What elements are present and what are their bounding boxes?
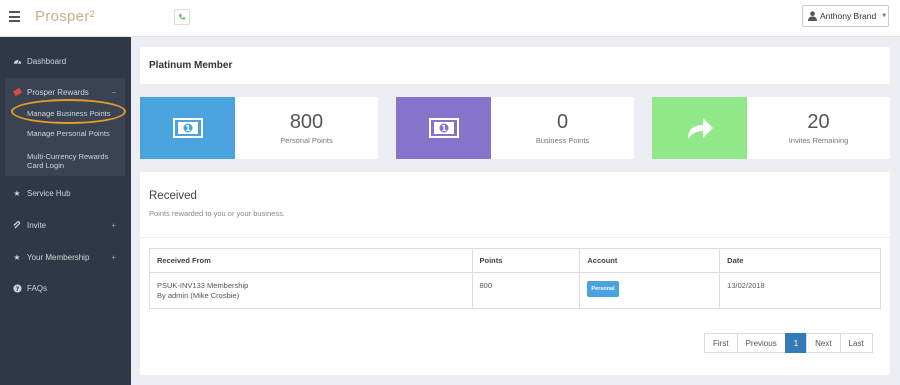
expand-icon[interactable]: + (111, 221, 116, 230)
caret-down-icon: ▼ (881, 13, 888, 19)
stat-label: Business Points (535, 136, 590, 145)
account-cell: Personal (579, 272, 721, 309)
star-icon: ★ (13, 252, 21, 262)
sidebar-item-service-hub[interactable]: ★ Service Hub (0, 183, 131, 203)
section-subheading: Points rewarded to you or your business. (149, 209, 285, 218)
sidebar-item-multi-currency-card-login[interactable]: Multi-Currency Rewards Card Login (27, 152, 117, 170)
column-header[interactable]: Date (719, 248, 881, 273)
user-menu-button[interactable]: Anthony Brand ▼ (802, 5, 889, 27)
sidebar-item-invite[interactable]: Invite + (0, 215, 131, 235)
table-row: PSUK-INV133 Membership By admin (Mike Cr… (149, 272, 881, 309)
star-icon: ★ (13, 188, 21, 198)
svg-text:1: 1 (185, 124, 191, 133)
sidebar-item-your-membership[interactable]: ★ Your Membership + (0, 247, 131, 267)
money-icon: 1 (428, 118, 459, 138)
pagination-next[interactable]: Next (806, 333, 841, 353)
logo[interactable]: Prosper² (35, 8, 95, 25)
sidebar-item-label: FAQs (27, 283, 48, 293)
stat-value: 20 (807, 111, 830, 133)
received-from-title: PSUK-INV133 Membership (157, 281, 249, 290)
question-icon: ? (12, 283, 22, 293)
received-table: Received From Points Account Date PSUK-I… (149, 248, 881, 309)
phone-icon (179, 13, 186, 20)
divider (140, 237, 890, 238)
stat-icon-box: 1 (140, 97, 235, 159)
stat-icon-box: 1 (396, 97, 491, 159)
stat-value: 800 (289, 111, 324, 133)
top-bar: Prosper² Anthony Brand ▼ (0, 0, 900, 37)
sidebar-item-label: Prosper Rewards (27, 87, 89, 97)
column-header[interactable]: Received From (149, 248, 473, 273)
sidebar-item-label: Your Membership (27, 252, 90, 262)
hamburger-menu-icon[interactable] (9, 11, 20, 23)
pagination-previous[interactable]: Previous (736, 333, 786, 353)
paperclip-icon (12, 220, 22, 230)
page-title: Platinum Member (149, 60, 233, 71)
received-from-by: By admin (Mike Crosbie) (157, 291, 240, 300)
sidebar-item-dashboard[interactable]: Dashboard (0, 51, 131, 71)
sidebar-item-faqs[interactable]: ? FAQs (0, 278, 131, 298)
pagination-first[interactable]: First (704, 333, 738, 353)
highlight-annotation (11, 99, 126, 124)
received-from-cell: PSUK-INV133 Membership By admin (Mike Cr… (149, 272, 473, 309)
stat-card-personal-points: 1 800 Personal Points (140, 97, 378, 159)
share-arrow-icon (687, 118, 713, 139)
column-header[interactable]: Account (579, 248, 721, 273)
pagination: First Previous 1 Next Last (704, 333, 873, 353)
user-icon (808, 11, 817, 21)
stat-value: 0 (556, 111, 569, 133)
svg-text:?: ? (15, 286, 19, 293)
svg-text:1: 1 (441, 124, 447, 133)
sidebar-item-manage-personal-points[interactable]: Manage Personal Points (27, 129, 110, 138)
dashboard-icon (12, 57, 22, 65)
money-icon: 1 (172, 118, 203, 138)
date-cell: 13/02/2018 (719, 272, 881, 309)
expand-icon[interactable]: + (111, 253, 116, 262)
ticket-icon (12, 88, 22, 96)
pagination-last[interactable]: Last (839, 333, 873, 353)
stat-label: Invites Remaining (788, 136, 849, 145)
section-heading: Received (149, 190, 197, 202)
sidebar-item-label: Dashboard (27, 56, 67, 66)
account-badge: Personal (587, 281, 619, 297)
membership-title-card: Platinum Member (140, 47, 890, 84)
user-name: Anthony Brand (820, 11, 877, 21)
sidebar-item-label: Service Hub (27, 188, 71, 198)
stat-card-invites-remaining: 20 Invites Remaining (652, 97, 890, 159)
received-points-card: Received Points rewarded to you or your … (140, 172, 890, 375)
stat-icon-box (652, 97, 747, 159)
stat-label: Personal Points (280, 136, 333, 145)
table-header-row: Received From Points Account Date (149, 248, 881, 273)
stat-card-business-points: 1 0 Business Points (396, 97, 634, 159)
column-header[interactable]: Points (471, 248, 581, 273)
points-cell: 800 (471, 272, 581, 309)
sidebar: Dashboard Prosper Rewards − Manage Busin… (0, 37, 131, 385)
collapse-icon[interactable]: − (111, 88, 116, 97)
phone-button[interactable] (174, 9, 190, 25)
sidebar-item-label: Invite (27, 220, 47, 230)
pagination-page-1[interactable]: 1 (784, 333, 808, 353)
